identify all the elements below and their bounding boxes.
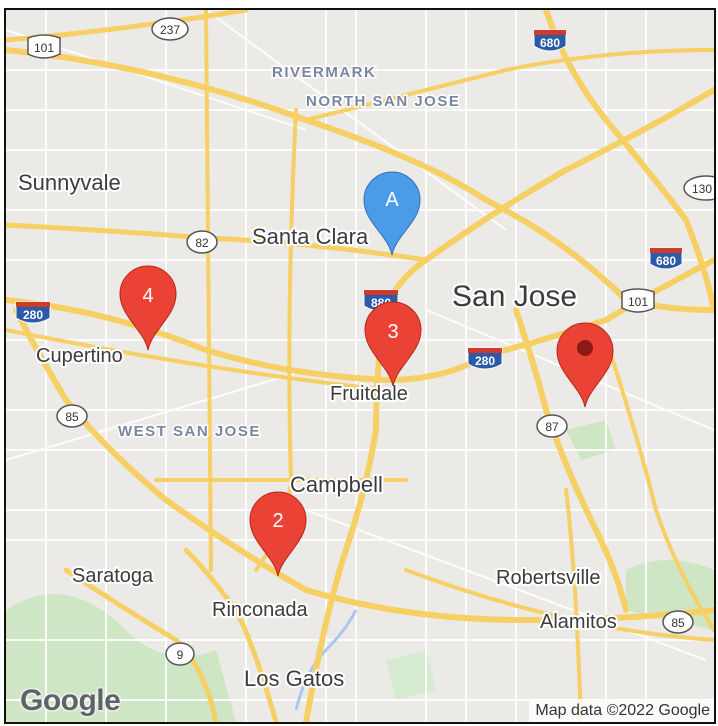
place-santa-clara: Santa Clara	[252, 224, 369, 249]
svg-text:A: A	[385, 189, 399, 211]
map-attribution[interactable]: Map data ©2022 Google	[529, 699, 714, 722]
ca82-shield: 82	[186, 230, 218, 254]
svg-text:3: 3	[387, 321, 398, 343]
place-saratoga: Saratoga	[72, 565, 154, 587]
svg-text:680: 680	[540, 36, 560, 50]
i680-shield-east: 680	[649, 247, 683, 270]
district-north-san-jose: NORTH SAN JOSE	[306, 93, 460, 110]
svg-text:101: 101	[34, 41, 54, 55]
place-los-gatos: Los Gatos	[244, 666, 344, 691]
svg-text:87: 87	[545, 420, 559, 434]
i280-shield-center: 280	[467, 347, 503, 370]
map-canvas[interactable]: 101 237 680 130 82 680 101 280 880 280 8…	[6, 10, 714, 722]
svg-text:9: 9	[177, 648, 184, 662]
ca85-shield-east: 85	[662, 610, 694, 634]
district-rivermark: RIVERMARK	[272, 64, 376, 81]
google-logo[interactable]: Google	[20, 684, 121, 718]
svg-text:85: 85	[671, 616, 685, 630]
us101-shield-northwest: 101	[27, 34, 61, 59]
district-west-san-jose: WEST SAN JOSE	[118, 423, 261, 440]
place-alamitos: Alamitos	[540, 611, 617, 633]
svg-text:101: 101	[628, 295, 648, 309]
ca9-shield: 9	[165, 642, 195, 666]
marker-dot-icon	[577, 340, 593, 356]
i680-shield-north: 680	[533, 29, 567, 52]
svg-text:237: 237	[160, 23, 180, 37]
place-campbell: Campbell	[290, 472, 383, 497]
place-cupertino: Cupertino	[36, 345, 123, 367]
i280-shield-west: 280	[15, 301, 51, 324]
ca85-shield-west: 85	[56, 404, 88, 428]
svg-text:680: 680	[656, 254, 676, 268]
svg-text:130: 130	[692, 182, 712, 196]
place-robertsville: Robertsville	[496, 567, 600, 589]
svg-text:85: 85	[65, 410, 79, 424]
svg-text:4: 4	[142, 285, 153, 307]
place-sunnyvale: Sunnyvale	[18, 170, 121, 195]
place-san-jose: San Jose	[452, 280, 577, 313]
us101-shield-east: 101	[621, 288, 655, 313]
ca87-shield: 87	[536, 414, 568, 438]
place-rinconada: Rinconada	[212, 599, 309, 621]
place-fruitdale: Fruitdale	[330, 383, 408, 405]
svg-text:280: 280	[23, 308, 43, 322]
svg-text:2: 2	[272, 510, 283, 532]
map-frame: 101 237 680 130 82 680 101 280 880 280 8…	[4, 8, 716, 724]
ca237-shield: 237	[151, 17, 189, 41]
svg-text:280: 280	[475, 354, 495, 368]
svg-text:82: 82	[195, 236, 209, 250]
